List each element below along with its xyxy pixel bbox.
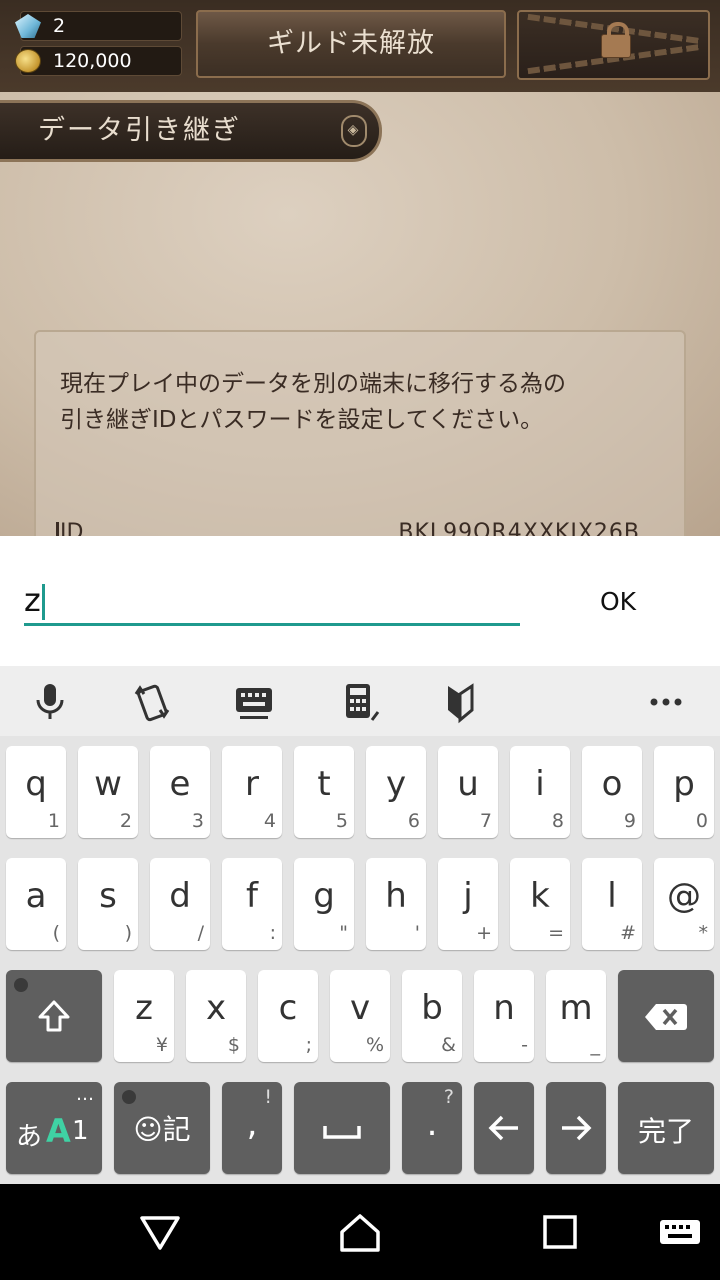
input-value: z bbox=[24, 581, 41, 619]
key-k[interactable]: k = bbox=[510, 858, 570, 950]
key-e[interactable]: e3 bbox=[150, 746, 210, 838]
key-j[interactable]: j + bbox=[438, 858, 498, 950]
transfer-description: 現在プレイ中のデータを別の端末に移行する為の 引き継ぎIDとパスワードを設定して… bbox=[60, 366, 660, 438]
key-i[interactable]: i8 bbox=[510, 746, 570, 838]
mode-alpha-label: A bbox=[46, 1112, 71, 1150]
key-p[interactable]: p0 bbox=[654, 746, 714, 838]
key-d[interactable]: d / bbox=[150, 858, 210, 950]
space-icon bbox=[323, 1126, 361, 1139]
coin-counter: 120,000 bbox=[15, 46, 182, 76]
coin-count: 120,000 bbox=[53, 50, 132, 72]
coin-icon bbox=[15, 49, 41, 73]
id-label: ID bbox=[55, 520, 83, 536]
key-h[interactable]: h ' bbox=[366, 858, 426, 950]
diamond-emblem-icon: ◈ bbox=[341, 115, 367, 147]
key-at[interactable]: @ * bbox=[654, 858, 714, 950]
indicator-dot bbox=[14, 978, 28, 992]
key-q[interactable]: q1 bbox=[6, 746, 66, 838]
text-input-dialog: z OK bbox=[0, 536, 720, 666]
description-line-1: 現在プレイ中のデータを別の端末に移行する為の bbox=[60, 371, 566, 397]
microphone-icon[interactable] bbox=[28, 680, 72, 724]
cursor-right-key[interactable] bbox=[546, 1082, 606, 1174]
key-g[interactable]: g " bbox=[294, 858, 354, 950]
key-f[interactable]: f: bbox=[222, 858, 282, 950]
calculator-icon[interactable] bbox=[340, 680, 384, 724]
cursor-left-key[interactable] bbox=[474, 1082, 534, 1174]
id-value: BKL99QR4XXKJX26B bbox=[398, 520, 640, 536]
recents-icon[interactable] bbox=[538, 1212, 582, 1252]
crystal-count: 2 bbox=[53, 15, 66, 37]
software-keyboard: q1 w2 e3 r4 t5 y6 u7 i8 o9 p0 a( s) d / f… bbox=[0, 736, 720, 1184]
home-icon[interactable] bbox=[338, 1212, 382, 1252]
key-z[interactable]: z ¥ bbox=[114, 970, 174, 1062]
space-key[interactable] bbox=[294, 1082, 390, 1174]
game-screen: 2 120,000 ギルド未解放 データ引き継ぎ ◈ 現在プレイ中のデータを別の… bbox=[0, 0, 720, 536]
shift-key[interactable] bbox=[6, 970, 102, 1062]
guild-button[interactable]: ギルド未解放 bbox=[196, 10, 506, 78]
key-n[interactable]: n- bbox=[474, 970, 534, 1062]
shift-arrow-icon bbox=[38, 1000, 70, 1032]
arrow-left-icon bbox=[488, 1115, 518, 1141]
key-c[interactable]: c; bbox=[258, 970, 318, 1062]
key-l[interactable]: l # bbox=[582, 858, 642, 950]
text-input-field[interactable]: z bbox=[24, 578, 520, 626]
emoji-symbol-key[interactable]: ☺記 bbox=[114, 1082, 210, 1174]
mode-kana-label: あ bbox=[16, 1122, 43, 1152]
key-y[interactable]: y6 bbox=[366, 746, 426, 838]
rotate-phone-icon[interactable] bbox=[130, 680, 174, 724]
more-icon[interactable] bbox=[644, 680, 688, 724]
key-r[interactable]: r4 bbox=[222, 746, 282, 838]
crystal-icon bbox=[15, 14, 41, 38]
indicator-dot bbox=[122, 1090, 136, 1104]
arrow-right-icon bbox=[562, 1115, 592, 1141]
system-navigation-bar bbox=[0, 1184, 720, 1280]
page-title: データ引き継ぎ bbox=[38, 115, 241, 146]
done-label: 完了 bbox=[637, 1115, 694, 1148]
back-icon[interactable] bbox=[138, 1212, 182, 1252]
mode-num-label: 1 bbox=[72, 1116, 89, 1146]
description-line-2: 引き継ぎIDとパスワードを設定してください。 bbox=[60, 407, 544, 433]
input-mode-key[interactable]: あ A 1 … bbox=[6, 1082, 102, 1174]
locked-button[interactable] bbox=[517, 10, 710, 80]
transfer-panel: 現在プレイ中のデータを別の端末に移行する為の 引き継ぎIDとパスワードを設定して… bbox=[34, 330, 686, 536]
mode-more-label: … bbox=[76, 1084, 94, 1105]
key-w[interactable]: w2 bbox=[78, 746, 138, 838]
top-hud: 2 120,000 ギルド未解放 bbox=[0, 0, 720, 92]
key-t[interactable]: t5 bbox=[294, 746, 354, 838]
screen-title-plate: データ引き継ぎ ◈ bbox=[0, 100, 382, 162]
key-o[interactable]: o9 bbox=[582, 746, 642, 838]
key-v[interactable]: v% bbox=[330, 970, 390, 1062]
keyboard-icon[interactable] bbox=[658, 1212, 702, 1252]
key-b[interactable]: b & bbox=[402, 970, 462, 1062]
key-x[interactable]: x $ bbox=[186, 970, 246, 1062]
key-u[interactable]: u7 bbox=[438, 746, 498, 838]
backspace-key[interactable] bbox=[618, 970, 714, 1062]
keyboard-switch-icon[interactable] bbox=[232, 680, 276, 724]
period-sub-label: ? bbox=[443, 1086, 454, 1108]
key-a[interactable]: a( bbox=[6, 858, 66, 950]
beginner-mark-icon[interactable] bbox=[438, 680, 482, 724]
ok-button[interactable]: OK bbox=[590, 582, 646, 622]
comma-sub-label: ! bbox=[264, 1086, 272, 1108]
backspace-icon bbox=[645, 1004, 687, 1030]
period-key[interactable]: . ? bbox=[402, 1082, 462, 1174]
emoji-symbol-label: ☺記 bbox=[133, 1113, 191, 1146]
key-m[interactable]: m _ bbox=[546, 970, 606, 1062]
keyboard-toolbar bbox=[0, 666, 720, 736]
padlock-icon bbox=[601, 22, 631, 58]
comma-key[interactable]: , ! bbox=[222, 1082, 282, 1174]
done-key[interactable]: 完了 bbox=[618, 1082, 714, 1174]
crystal-counter: 2 bbox=[15, 11, 182, 41]
key-s[interactable]: s) bbox=[78, 858, 138, 950]
text-caret bbox=[41, 584, 45, 620]
